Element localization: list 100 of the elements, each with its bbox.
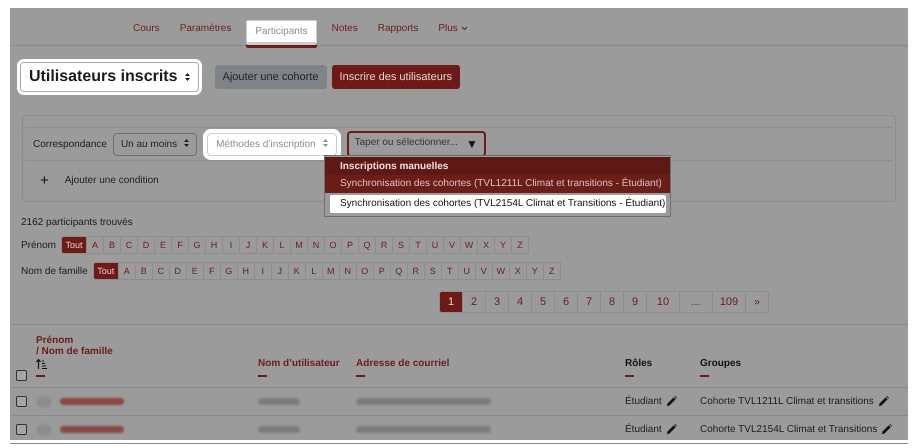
checkbox[interactable] xyxy=(16,370,27,381)
initial-link[interactable]: C xyxy=(120,236,138,254)
page-link[interactable]: 1 xyxy=(439,291,463,313)
column-header[interactable]: Groupes xyxy=(700,358,908,369)
initial-link[interactable]: D xyxy=(168,262,187,280)
initial-link[interactable]: Z xyxy=(542,262,561,280)
initial-link[interactable]: N xyxy=(307,236,326,254)
page-link[interactable]: 8 xyxy=(600,291,624,313)
initial-link[interactable]: T xyxy=(409,236,428,254)
page-link[interactable]: 6 xyxy=(554,291,578,313)
initial-link[interactable]: H xyxy=(236,262,255,280)
initial-link[interactable]: Tout xyxy=(61,236,88,254)
enrol-button[interactable]: Inscrire des utilisateurs xyxy=(332,65,460,89)
pencil-icon[interactable] xyxy=(666,396,677,407)
initial-link[interactable]: W xyxy=(492,262,510,280)
page-link[interactable]: 2 xyxy=(462,291,486,313)
page-link[interactable]: ... xyxy=(679,291,713,313)
nav-tab[interactable]: Rapports xyxy=(368,15,428,45)
nav-tab[interactable]: Participants xyxy=(246,20,317,45)
page-link[interactable]: 10 xyxy=(646,291,680,313)
initial-link[interactable]: Q xyxy=(390,262,408,280)
initial-link[interactable]: M xyxy=(290,236,308,254)
plus-icon[interactable]: + xyxy=(40,172,49,189)
initial-link[interactable]: I xyxy=(222,236,240,254)
initial-link[interactable]: U xyxy=(458,262,476,280)
dropdown-option[interactable]: Synchronisation des cohortes (TVL1211L Climat et transitions - Étudiant) xyxy=(325,175,670,193)
initial-link[interactable]: S xyxy=(392,236,410,254)
pencil-icon[interactable] xyxy=(878,396,889,407)
sort-icon[interactable] xyxy=(36,359,47,369)
initial-link[interactable]: R xyxy=(375,236,394,254)
initial-link[interactable]: V xyxy=(443,236,462,254)
initial-link[interactable]: Q xyxy=(358,236,376,254)
page-link[interactable]: 4 xyxy=(508,291,532,313)
initial-link[interactable]: O xyxy=(356,262,374,280)
initial-link[interactable]: U xyxy=(426,236,444,254)
initial-link[interactable]: D xyxy=(137,236,156,254)
initial-link[interactable]: I xyxy=(254,262,272,280)
initial-link[interactable]: F xyxy=(202,262,221,280)
initial-link[interactable]: A xyxy=(86,236,104,254)
initial-link[interactable]: B xyxy=(134,262,153,280)
initial-link[interactable]: Y xyxy=(526,262,544,280)
redacted-name xyxy=(60,426,124,433)
initial-link[interactable]: L xyxy=(273,236,292,254)
initial-link[interactable]: M xyxy=(322,262,340,280)
initial-link[interactable]: E xyxy=(186,262,204,280)
initial-link[interactable]: Z xyxy=(511,236,530,254)
nav-tab[interactable]: Paramètres xyxy=(170,15,240,45)
initial-link[interactable]: Y xyxy=(494,236,512,254)
page-link[interactable]: 109 xyxy=(712,291,746,313)
sort-arrows-icon xyxy=(184,73,190,81)
column-header[interactable]: Adresse de courriel xyxy=(356,358,625,369)
group-text: Cohorte TVL1211L Climat et transitions xyxy=(700,396,874,407)
page-link[interactable]: 5 xyxy=(531,291,555,313)
page-link[interactable]: 3 xyxy=(485,291,509,313)
initial-link[interactable]: K xyxy=(288,262,306,280)
role-text: Étudiant xyxy=(625,424,662,435)
cohort-button[interactable]: Ajouter une cohorte xyxy=(214,65,327,89)
column-header[interactable]: Rôles xyxy=(625,358,700,369)
checkbox[interactable] xyxy=(16,424,27,435)
nav-tab[interactable]: Cours xyxy=(124,15,169,45)
initial-link[interactable]: P xyxy=(341,236,360,254)
column-header[interactable]: Prénom xyxy=(36,335,258,346)
initial-link[interactable]: X xyxy=(508,262,527,280)
initial-link[interactable]: H xyxy=(205,236,224,254)
match-select[interactable]: Un au moins xyxy=(112,132,198,156)
initial-link[interactable]: C xyxy=(152,262,170,280)
add-condition-link[interactable]: Ajouter une condition xyxy=(64,175,159,186)
dropdown-option[interactable]: Synchronisation des cohortes (TVL2154L Climat et Transitions - Étudiant) xyxy=(330,195,666,213)
initial-link[interactable]: G xyxy=(188,236,206,254)
participant-count: 2162 participants trouvés xyxy=(21,217,134,228)
page-link[interactable]: 9 xyxy=(623,291,647,313)
initial-link[interactable]: S xyxy=(424,262,442,280)
initial-link[interactable]: R xyxy=(406,262,425,280)
pencil-icon[interactable] xyxy=(666,424,677,435)
initial-link[interactable]: B xyxy=(103,236,122,254)
initial-link[interactable]: A xyxy=(118,262,136,280)
page-link[interactable]: 7 xyxy=(577,291,601,313)
page-link[interactable]: » xyxy=(745,291,769,313)
initial-link[interactable]: O xyxy=(324,236,342,254)
initial-link[interactable]: L xyxy=(304,262,323,280)
checkbox[interactable] xyxy=(16,396,27,407)
pencil-icon[interactable] xyxy=(881,424,892,435)
initial-link[interactable]: K xyxy=(256,236,274,254)
column-header[interactable]: Nom d’utilisateur xyxy=(258,358,356,369)
nav-tab[interactable]: Plus xyxy=(429,15,477,45)
initial-link[interactable]: W xyxy=(460,236,478,254)
initial-link[interactable]: G xyxy=(220,262,238,280)
initial-link[interactable]: T xyxy=(440,262,459,280)
initial-link[interactable]: E xyxy=(154,236,172,254)
initial-link[interactable]: J xyxy=(239,236,258,254)
initial-link[interactable]: J xyxy=(270,262,289,280)
initial-link[interactable]: F xyxy=(171,236,190,254)
initial-link[interactable]: Tout xyxy=(92,262,119,280)
initial-link[interactable]: V xyxy=(474,262,493,280)
initial-link[interactable]: X xyxy=(477,236,496,254)
option-group-label: Inscriptions manuelles xyxy=(325,157,670,175)
nav-tab[interactable]: Notes xyxy=(322,15,367,45)
column-header[interactable]: / Nom de famille xyxy=(36,346,258,357)
initial-link[interactable]: P xyxy=(372,262,391,280)
initial-link[interactable]: N xyxy=(338,262,357,280)
